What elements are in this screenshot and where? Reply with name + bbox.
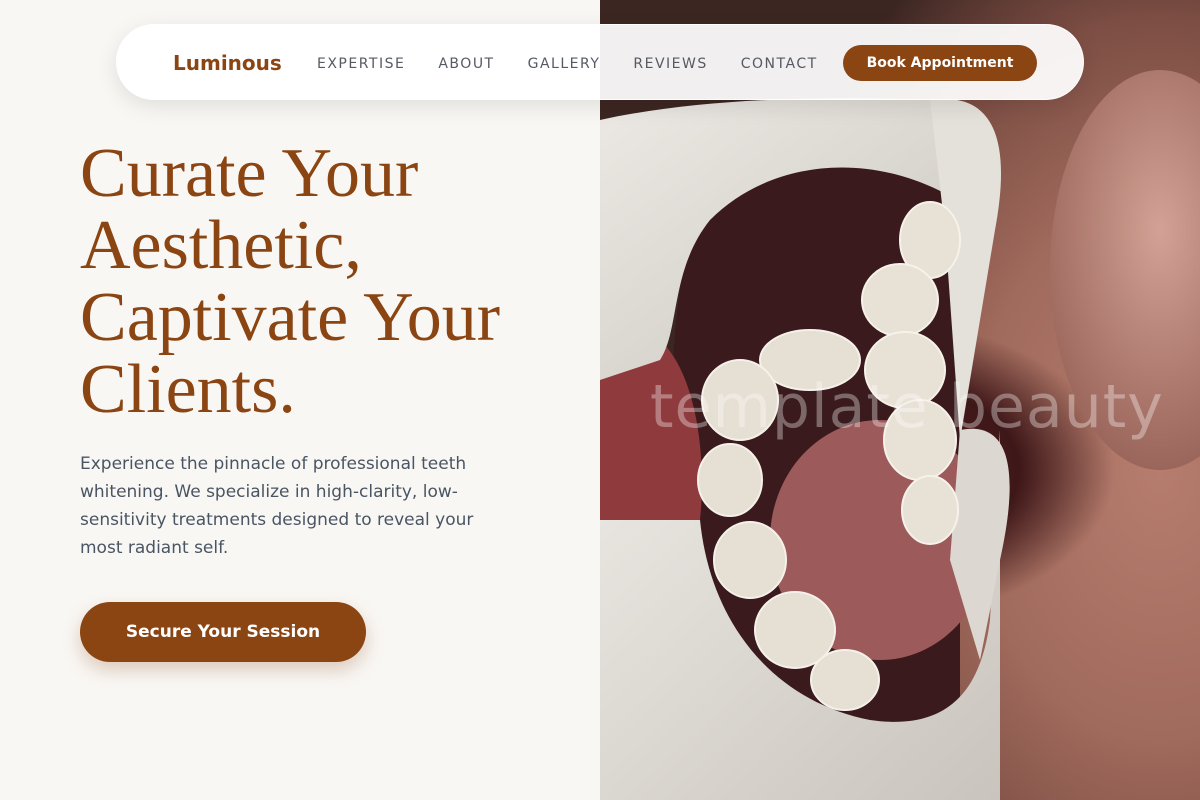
nav-link-gallery[interactable]: GALLERY [528, 55, 601, 73]
hero-photo-dental-retractor: template beauty [600, 0, 1200, 800]
secure-session-button[interactable]: Secure Your Session [80, 602, 366, 662]
book-appointment-button[interactable]: Book Appointment [843, 45, 1037, 81]
hero-description: Experience the pinnacle of professional … [80, 454, 474, 558]
top-navbar: Luminous EXPERTISE ABOUT GALLERY REVIEWS… [116, 24, 1084, 100]
hero-headline: Curate Your Aesthetic, Captivate Your Cl… [80, 135, 500, 428]
nav-link-reviews[interactable]: REVIEWS [633, 55, 707, 73]
nav-link-expertise[interactable]: EXPERTISE [317, 55, 405, 73]
brand-logo[interactable]: Luminous [173, 51, 282, 75]
nav-link-about[interactable]: ABOUT [438, 55, 494, 73]
nav-link-contact[interactable]: CONTACT [741, 55, 818, 73]
nav-links: EXPERTISE ABOUT GALLERY REVIEWS CONTACT [317, 55, 851, 73]
watermark-text: template beauty [650, 372, 1164, 442]
